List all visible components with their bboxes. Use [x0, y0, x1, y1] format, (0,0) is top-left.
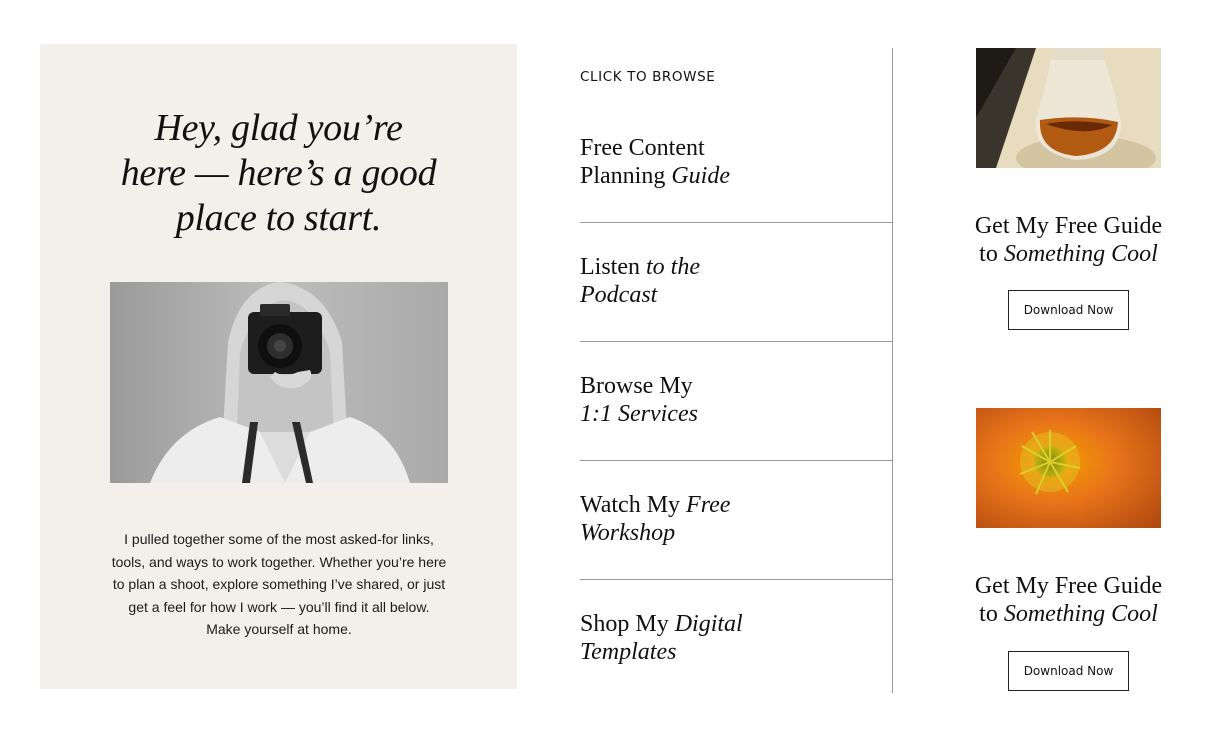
nav-free-content-guide[interactable]: Free Content Planning Guide: [580, 134, 892, 190]
nav-item-line-2: Planning Guide: [580, 163, 730, 189]
nav-listen-podcast[interactable]: Listen to the Podcast: [580, 253, 892, 309]
nav-item-line-2: Podcast: [580, 282, 658, 308]
guide-title-2: Get My Free Guide to Something Cool: [945, 572, 1192, 628]
guide-title-line-1: Get My Free Guide: [974, 213, 1163, 239]
guide-title-1: Get My Free Guide to Something Cool: [945, 212, 1192, 268]
hero-heading-line-1: Hey, glad you’re: [154, 107, 403, 149]
guide-image-jar[interactable]: [976, 48, 1161, 168]
nav-item-line-1: Browse My: [580, 373, 693, 399]
nav-item-line-2: Templates: [580, 639, 677, 665]
column-divider: [892, 48, 893, 693]
nav-item-line-2: 1:1 Services: [580, 401, 698, 427]
guide-title-line-2: to Something Cool: [979, 601, 1158, 627]
nav-item-line-1: Free Content: [580, 135, 705, 161]
nav-browse-services[interactable]: Browse My 1:1 Services: [580, 372, 892, 428]
portrait-photo: [110, 282, 448, 483]
browse-label: CLICK TO BROWSE: [580, 69, 716, 85]
divider: [580, 341, 892, 342]
guide-title-line-1: Get My Free Guide: [974, 573, 1163, 599]
hero-heading: Hey, glad you’re here — here’s a good pl…: [40, 106, 517, 241]
guide-image-poppy[interactable]: [976, 408, 1161, 528]
intro-panel: Hey, glad you’re here — here’s a good pl…: [40, 44, 517, 689]
divider: [580, 460, 892, 461]
nav-item-line-1: Shop My Digital: [580, 611, 743, 637]
hero-heading-line-3: place to start.: [175, 197, 382, 239]
nav-item-line-2: Workshop: [580, 520, 676, 546]
intro-text: I pulled together some of the most asked…: [111, 531, 447, 637]
hero-heading-line-2: here — here’s a good: [120, 152, 437, 194]
guide-title-line-2: to Something Cool: [979, 241, 1158, 267]
divider: [580, 579, 892, 580]
nav-item-line-1: Listen to the: [580, 254, 700, 280]
download-now-button-1[interactable]: Download Now: [1008, 290, 1129, 330]
nav-shop-templates[interactable]: Shop My Digital Templates: [580, 610, 892, 666]
divider: [580, 222, 892, 223]
download-now-button-2[interactable]: Download Now: [1008, 651, 1129, 691]
nav-watch-workshop[interactable]: Watch My Free Workshop: [580, 491, 892, 547]
nav-item-line-1: Watch My Free: [580, 492, 731, 518]
